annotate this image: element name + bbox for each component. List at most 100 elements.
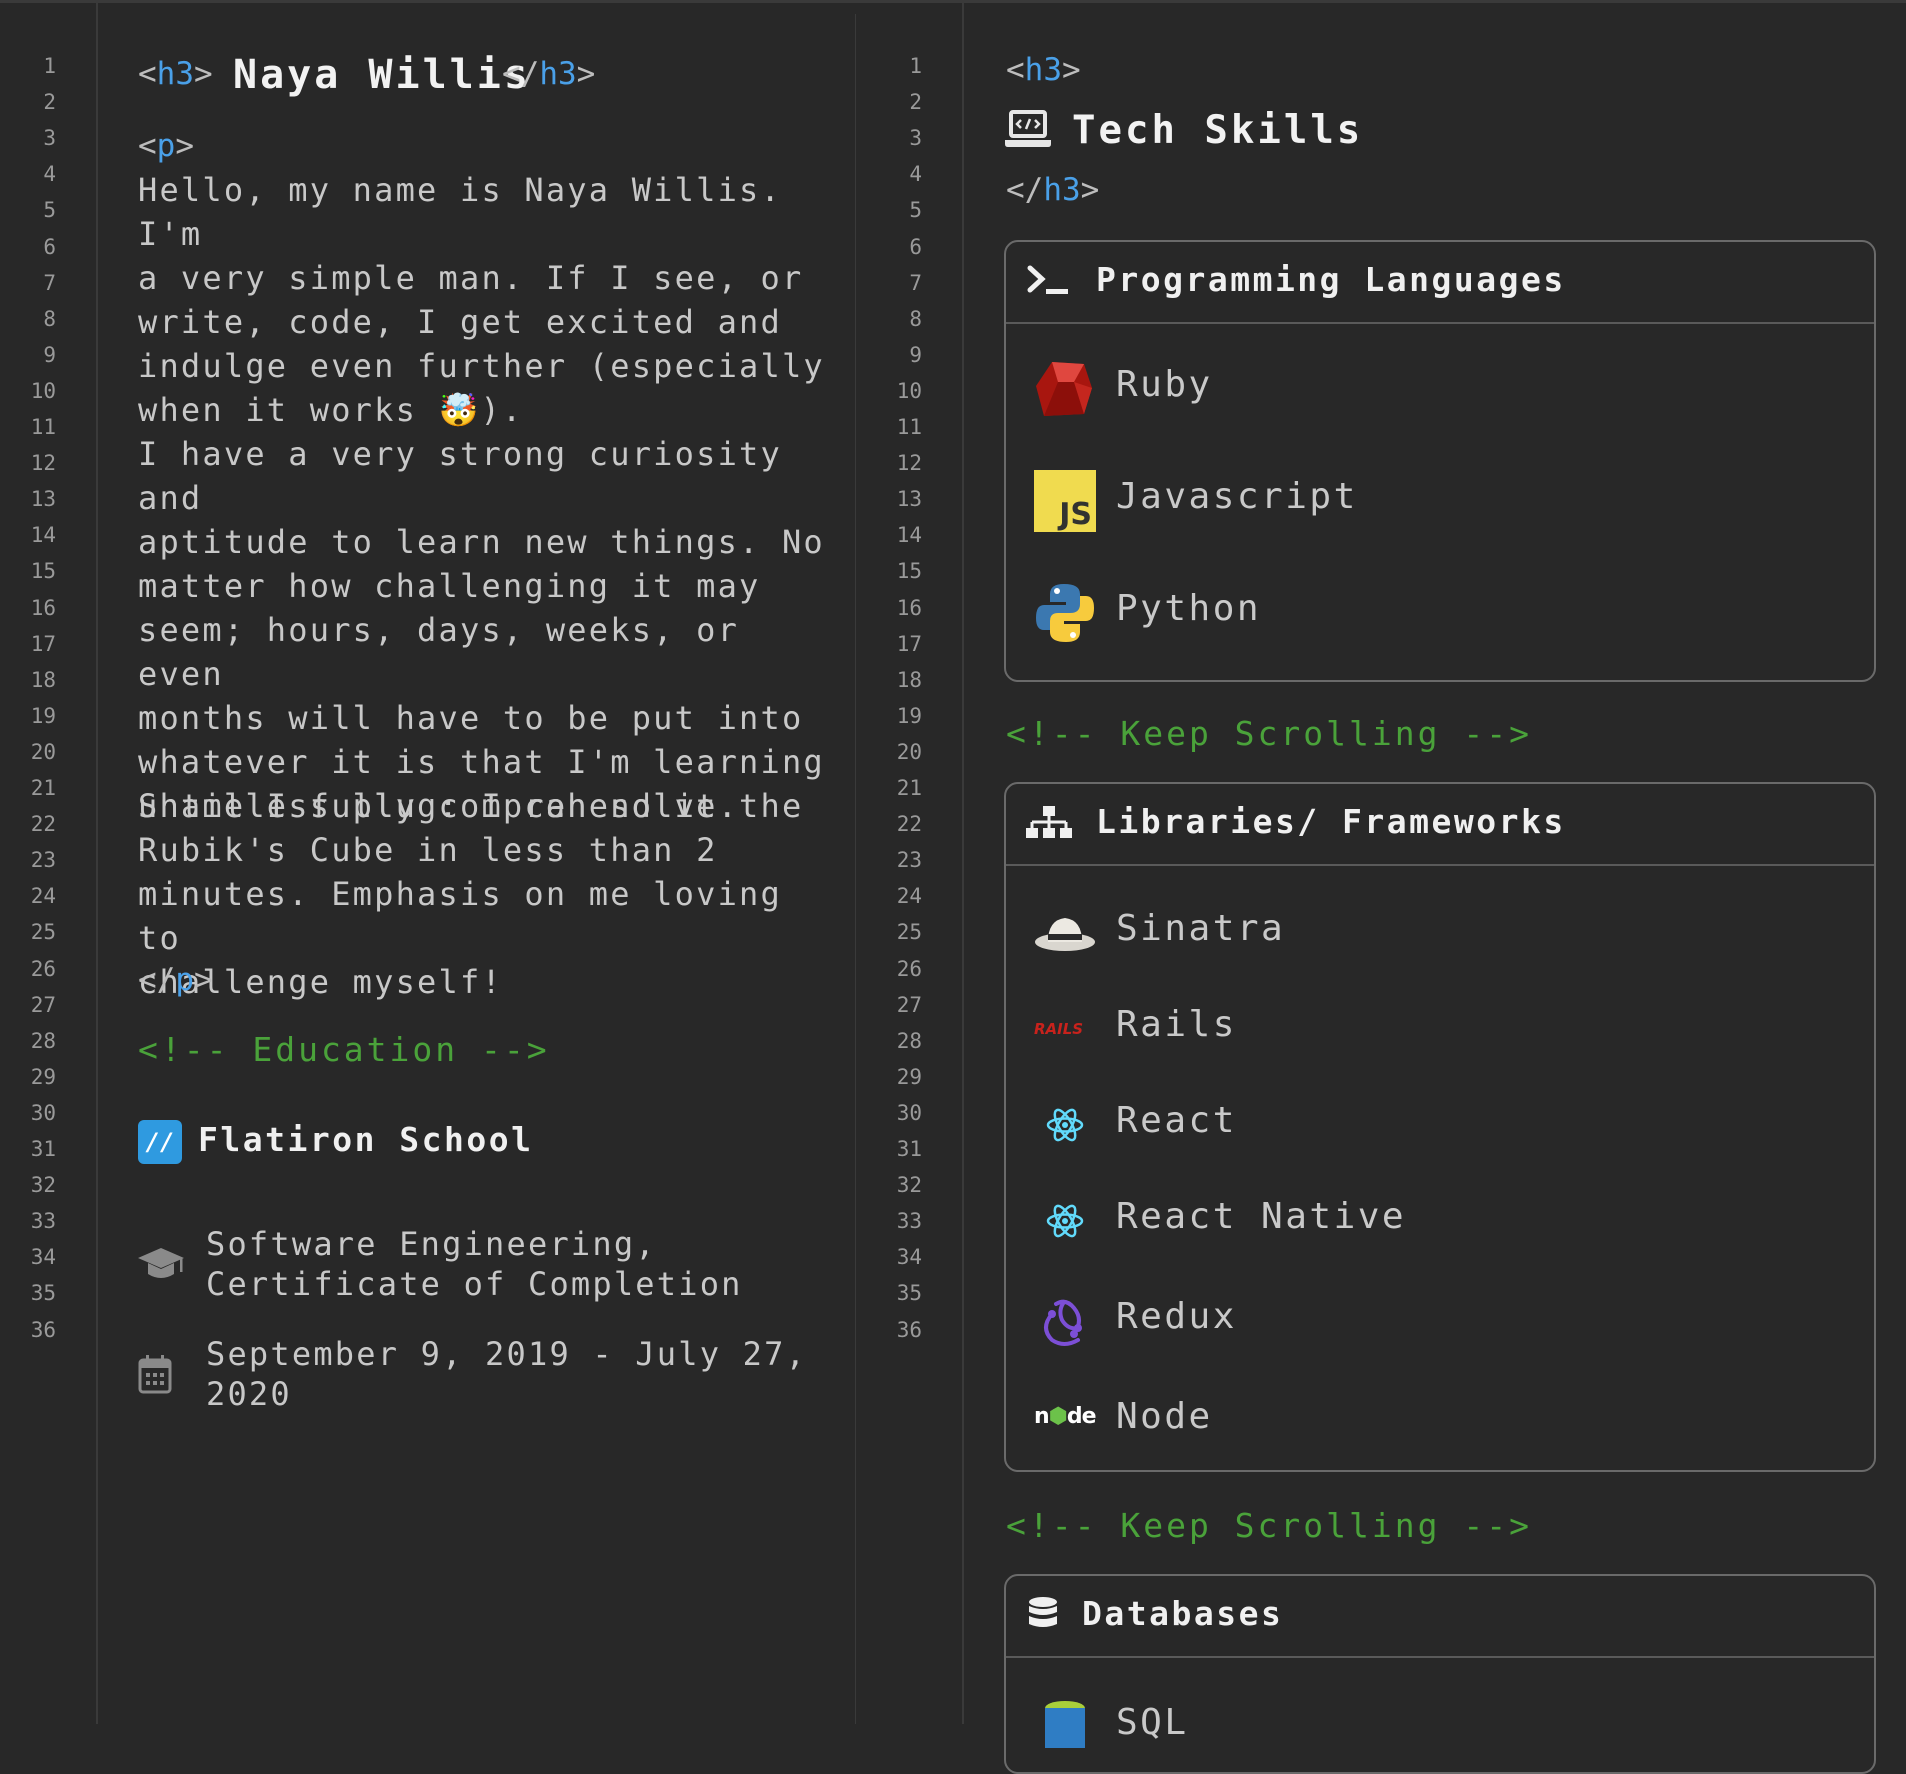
skill-item: React (1006, 1086, 1874, 1166)
line-number: 31 (30, 1137, 56, 1161)
editor-pane-right[interactable]: 1 2 3 4 5 6 7 8 9 10 11 12 13 14 15 16 17 18 19 20 21 22 23 24 2… (856, 0, 1906, 1774)
line-number: 27 (896, 992, 922, 1017)
calendar-icon (138, 1355, 172, 1394)
line-number: 14 (30, 523, 56, 548)
line-number: 26 (30, 956, 56, 981)
line-number: 28 (30, 1028, 56, 1053)
line-number: 23 (896, 848, 922, 873)
line-number: 36 (30, 1317, 56, 1342)
skill-item: SQL (1006, 1688, 1874, 1768)
line-number: 5 (909, 198, 922, 223)
line-number: 21 (896, 776, 922, 800)
line-number: 20 (30, 739, 56, 764)
line-number: 4 (909, 162, 922, 187)
skill-item: JS Javascript (1006, 462, 1874, 542)
about-paragraph-curiosity: I have a very strong curiosity and aptit… (138, 435, 825, 825)
line-number: 12 (30, 451, 56, 476)
flatiron-logo-icon: // (138, 1120, 182, 1164)
line-number: 11 (30, 415, 56, 439)
line-number: 16 (30, 595, 56, 620)
skill-label: Node (1116, 1396, 1213, 1437)
line-number: 2 (43, 90, 56, 115)
line-number: 12 (896, 451, 922, 476)
line-number: 14 (896, 523, 922, 548)
skill-item: React Native (1006, 1182, 1874, 1262)
line-number: 33 (30, 1209, 56, 1234)
skill-label: Rails (1116, 1004, 1237, 1045)
tech-skills-heading: Tech Skills (1072, 108, 1364, 153)
line-number: 13 (896, 487, 922, 512)
skill-item: n⬢de Node (1006, 1382, 1874, 1462)
line-number: 19 (30, 703, 56, 728)
libraries-frameworks-card: Libraries/ Frameworks Sinatra RAILS Rail… (1004, 782, 1876, 1472)
line-number: 13 (30, 487, 56, 512)
line-number: 28 (896, 1028, 922, 1053)
skill-item: Python (1006, 574, 1874, 654)
about-paragraph-intro: Hello, my name is Naya Willis. I'm a ver… (138, 171, 825, 429)
line-number: 25 (896, 920, 922, 945)
card-header: Libraries/ Frameworks (1006, 784, 1874, 866)
skill-item: Ruby (1006, 350, 1874, 430)
sql-database-icon (1045, 1701, 1085, 1748)
line-number: 16 (896, 595, 922, 620)
skill-label: Redux (1116, 1296, 1237, 1337)
education-dates: September 9, 2019 - July 27, 2020 (206, 1335, 808, 1413)
p-open-tag: <p> (138, 128, 195, 164)
line-number: 35 (30, 1281, 56, 1306)
skill-label: React (1116, 1100, 1237, 1141)
card-title: Libraries/ Frameworks (1096, 802, 1566, 841)
skill-item: Sinatra (1006, 894, 1874, 974)
skill-label: Python (1116, 588, 1262, 629)
p-close-tag: </p> (138, 962, 213, 998)
line-number-gutter: 1 2 3 4 5 6 7 8 9 10 11 12 13 14 15 16 17 18 19 20 21 22 23 24 2… (856, 0, 964, 1724)
line-number: 8 (43, 306, 56, 331)
line-number: 7 (43, 270, 56, 295)
line-number: 11 (896, 415, 922, 439)
terminal-icon (1027, 265, 1068, 294)
react-icon (1046, 1108, 1084, 1142)
line-number: 10 (30, 378, 56, 403)
education-comment: <!-- Education --> (138, 1030, 550, 1069)
h3-open-tag: <h3> (1006, 52, 1081, 88)
line-number: 32 (30, 1173, 56, 1198)
line-number-gutter: 1 2 3 4 5 6 7 8 9 10 11 12 13 14 15 16 17 18 19 20 21 22 23 24 2… (0, 0, 98, 1724)
databases-card: Databases SQL (1004, 1574, 1876, 1774)
programming-languages-card: Programming Languages Ruby JS Javascript (1004, 240, 1876, 682)
line-number: 8 (909, 306, 922, 331)
h3-close-tag: </h3> (1006, 172, 1100, 208)
line-number: 23 (30, 848, 56, 873)
line-number: 9 (43, 342, 56, 367)
sitemap-icon (1026, 806, 1072, 838)
line-number: 6 (909, 234, 922, 259)
line-number: 29 (30, 1064, 56, 1089)
skill-label: Ruby (1116, 364, 1213, 405)
line-number: 3 (909, 126, 922, 151)
line-number: 31 (896, 1137, 922, 1161)
line-number: 19 (896, 703, 922, 728)
line-number: 30 (30, 1100, 56, 1125)
react-native-icon (1046, 1204, 1084, 1238)
line-number: 5 (43, 198, 56, 223)
line-number: 25 (30, 920, 56, 945)
line-number: 2 (909, 90, 922, 115)
skill-label: Sinatra (1116, 908, 1286, 949)
degree-text: Software Engineering, Certificate of Com… (206, 1225, 743, 1303)
card-title: Programming Languages (1096, 260, 1566, 299)
line-number: 1 (909, 54, 922, 78)
line-number: 17 (896, 631, 922, 656)
line-number: 6 (43, 234, 56, 259)
line-number: 18 (896, 667, 922, 692)
h3-open-tag: <h3> (138, 56, 213, 92)
line-number: 9 (909, 342, 922, 367)
ruby-icon (1036, 362, 1092, 416)
keep-scrolling-comment: <!-- Keep Scrolling --> (1006, 1506, 1532, 1545)
line-number: 15 (896, 559, 922, 584)
h3-close-tag: </h3> (502, 56, 596, 92)
line-number: 35 (896, 1281, 922, 1306)
editor-pane-left[interactable]: 1 2 3 4 5 6 7 8 9 10 11 12 13 14 15 16 17 18 19 20 21 22 23 24 2… (0, 0, 855, 1724)
line-number: 27 (30, 992, 56, 1017)
graduation-cap-icon (138, 1248, 184, 1278)
redux-icon (1044, 1299, 1082, 1346)
line-number: 22 (896, 812, 922, 837)
profile-name-heading: Naya Willis (233, 52, 531, 98)
